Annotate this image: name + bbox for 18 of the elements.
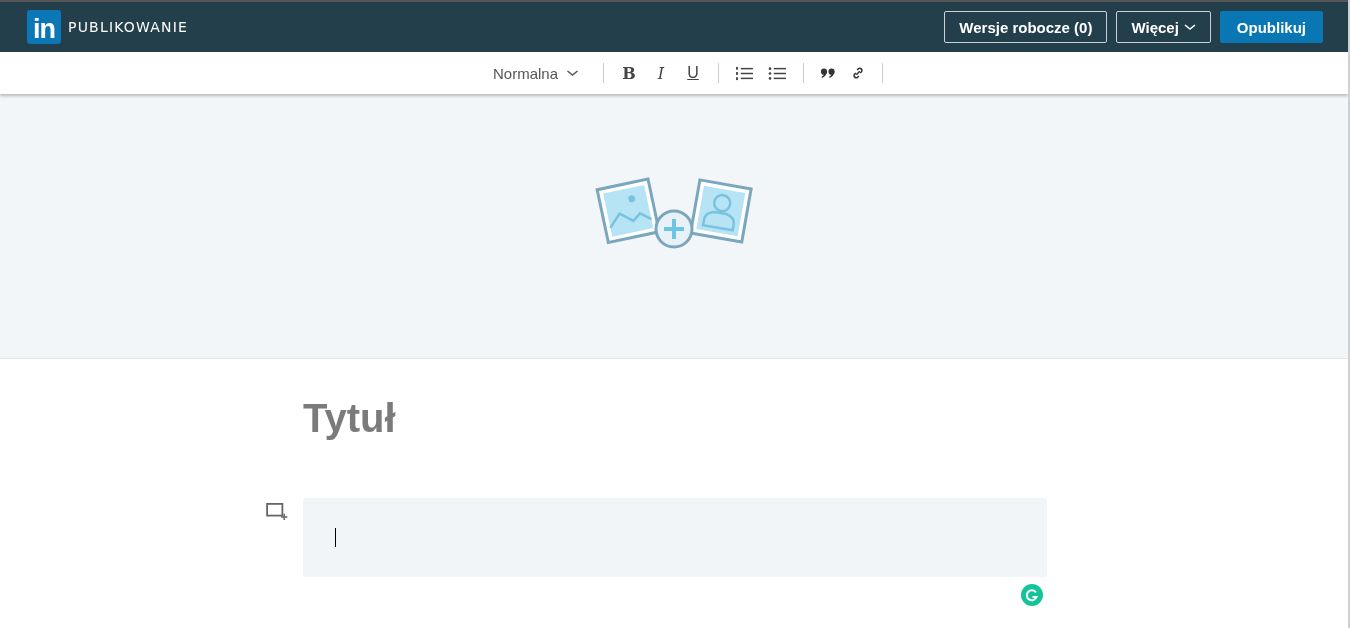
quote-icon[interactable] xyxy=(820,67,836,79)
chevron-down-icon xyxy=(566,69,579,77)
paragraph-style-dropdown[interactable]: Normalna xyxy=(493,64,591,82)
logo[interactable]: in xyxy=(27,10,61,44)
bold-button[interactable]: B xyxy=(620,63,638,83)
publish-button[interactable]: Opublikuj xyxy=(1219,11,1323,43)
drafts-button[interactable]: Wersje robocze (0) xyxy=(944,11,1108,43)
italic-button[interactable]: I xyxy=(652,63,670,83)
add-media-icon[interactable] xyxy=(266,503,288,521)
chevron-down-icon xyxy=(1183,23,1196,31)
body-text-field[interactable] xyxy=(303,498,1047,577)
underline-button[interactable]: U xyxy=(684,64,702,82)
bullet-list-icon[interactable] xyxy=(768,65,787,81)
link-icon[interactable] xyxy=(850,67,866,79)
more-button[interactable]: Więcej xyxy=(1116,11,1211,43)
numbered-list-icon[interactable] xyxy=(735,65,754,81)
grammar-checker-icon[interactable] xyxy=(1021,584,1043,606)
app-title: PUBLIKOWANIE xyxy=(68,19,189,35)
